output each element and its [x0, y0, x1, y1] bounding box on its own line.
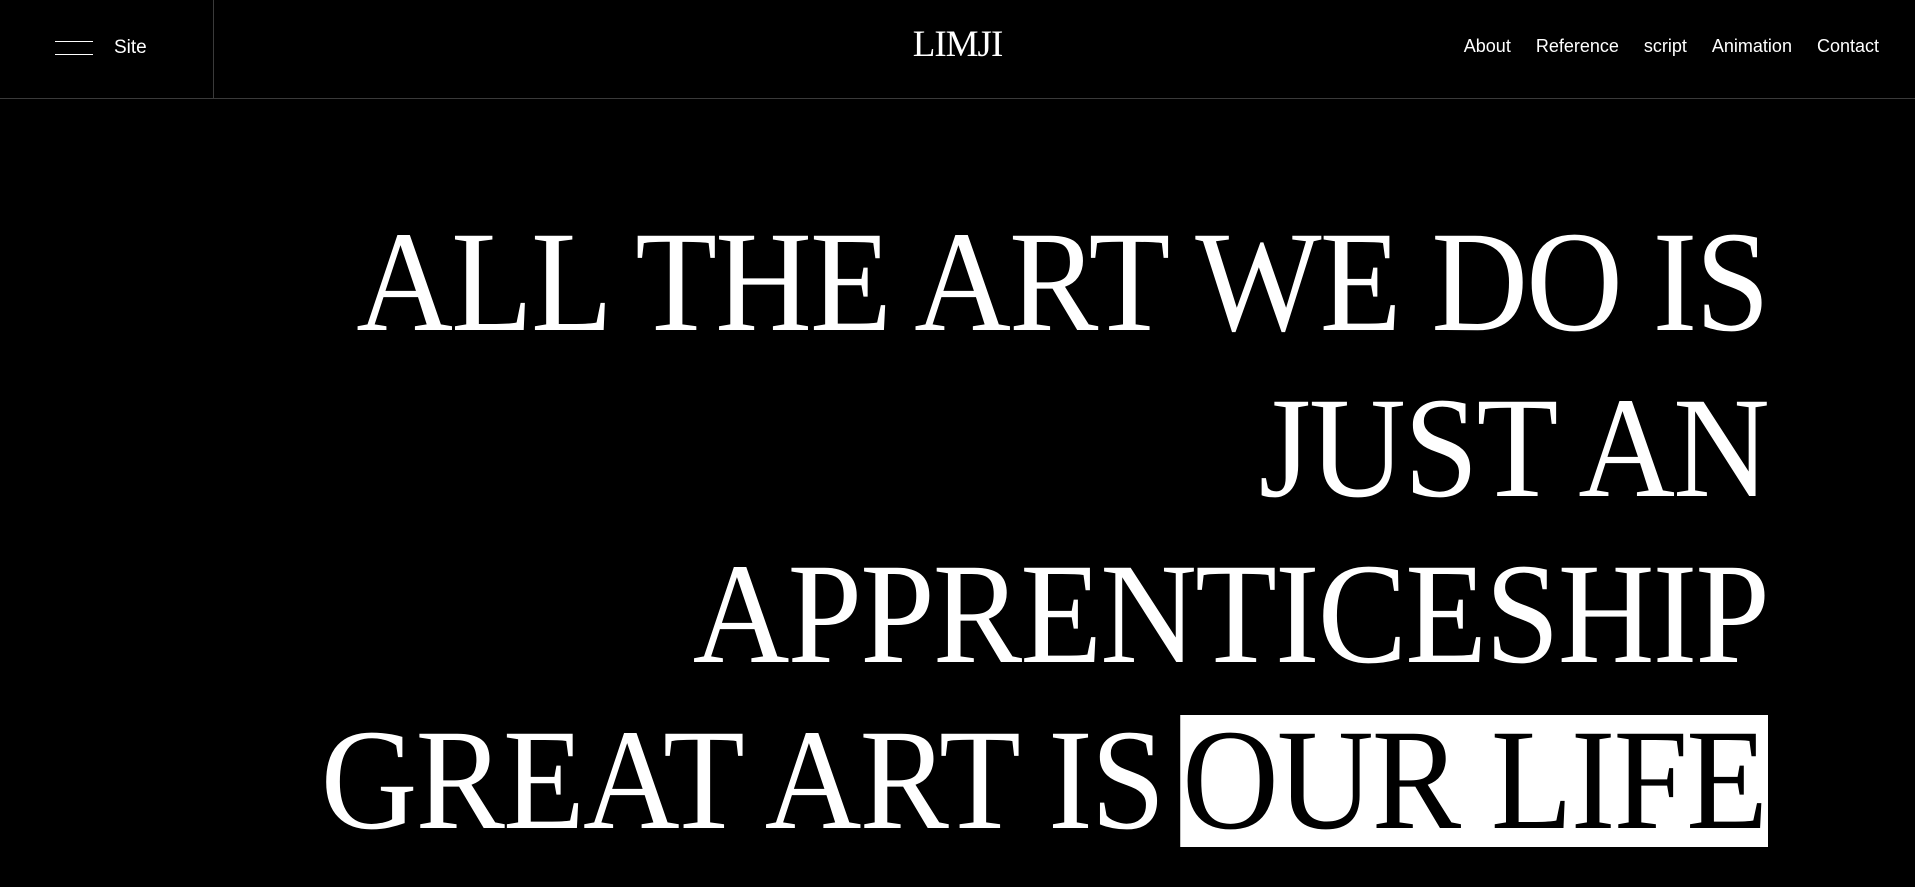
- hero-line-4-plain: GREAT ART IS: [320, 701, 1166, 860]
- hero-line-3: APPRENTICESHIP: [692, 535, 1770, 694]
- hero-headline: ALL THE ART WE DO IS JUST AN APPRENTICES…: [124, 200, 1770, 864]
- hero-line-2: JUST AN: [1258, 369, 1770, 528]
- hamburger-icon[interactable]: [55, 41, 93, 55]
- nav-link-script[interactable]: script: [1644, 34, 1687, 58]
- site-header: Site LIMJI About Reference script Animat…: [0, 0, 1915, 99]
- logo[interactable]: LIMJI: [913, 24, 1004, 65]
- nav-link-about[interactable]: About: [1464, 34, 1511, 58]
- hamburger-line-bottom: [55, 54, 93, 55]
- nav-link-reference[interactable]: Reference: [1536, 34, 1619, 58]
- hamburger-line-top: [55, 41, 93, 42]
- hero-line-4: GREAT ART IS OUR LIFE: [124, 698, 1768, 864]
- hero-line-1: ALL THE ART WE DO IS: [356, 203, 1770, 362]
- nav-link-contact[interactable]: Contact: [1817, 34, 1879, 58]
- page: Site LIMJI About Reference script Animat…: [0, 0, 1915, 887]
- main-nav: About Reference script Animation Contact: [1464, 34, 1879, 58]
- nav-link-animation[interactable]: Animation: [1712, 34, 1792, 58]
- site-menu-label[interactable]: Site: [114, 36, 147, 60]
- site-menu-button[interactable]: Site: [0, 0, 214, 98]
- hero-highlight: OUR LIFE: [1180, 701, 1768, 860]
